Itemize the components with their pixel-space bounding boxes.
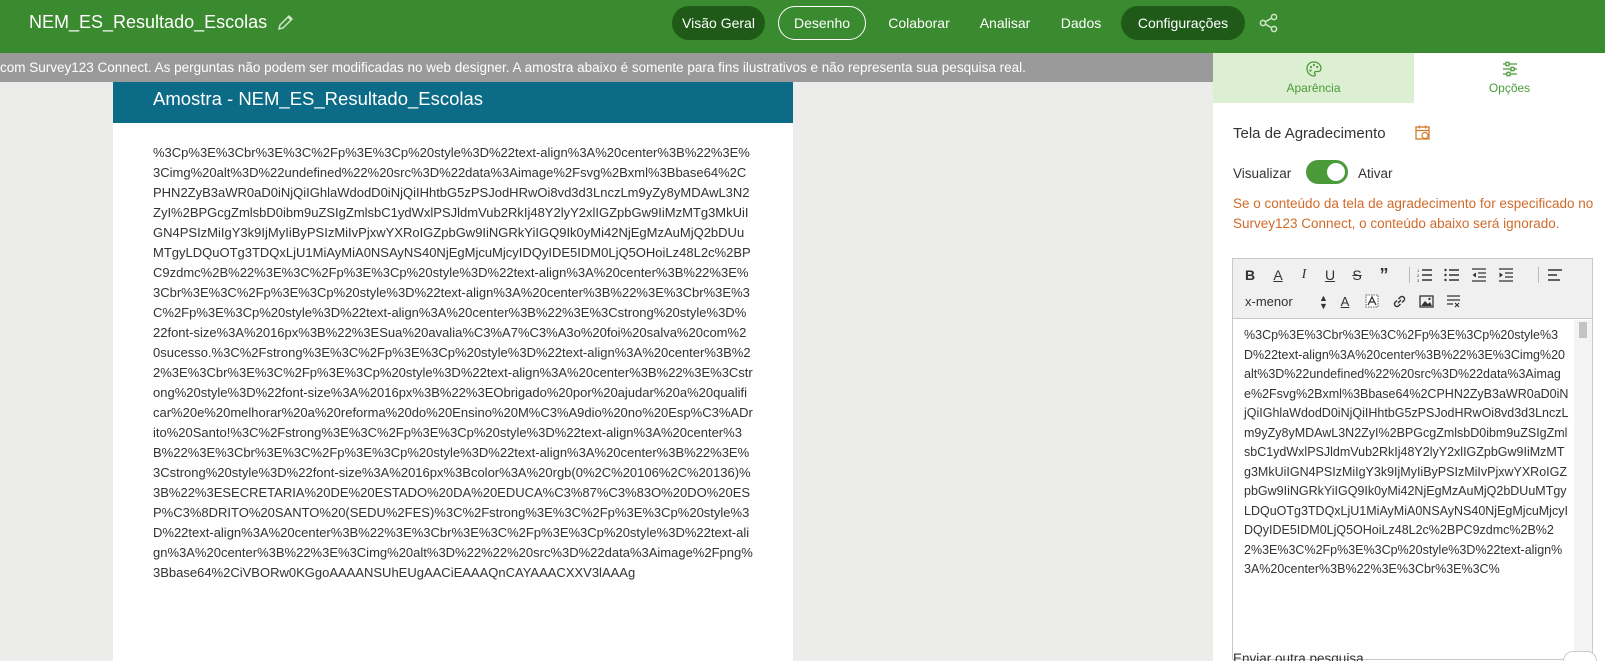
highlight-icon[interactable]: [1361, 290, 1383, 312]
tab-desenho[interactable]: Desenho: [778, 6, 866, 40]
preview-header: Amostra - NEM_ES_Resultado_Escolas: [113, 82, 793, 123]
image-icon[interactable]: [1415, 290, 1437, 312]
preview-text: %3Cp%3E%3Cbr%3E%3C%2Fp%3E%3Cp%20style%3D…: [153, 145, 753, 580]
align-icon[interactable]: [1544, 264, 1566, 286]
numbered-list-icon[interactable]: 123: [1414, 264, 1436, 286]
warning-text: Se o conteúdo da tela de agradecimento f…: [1233, 196, 1594, 231]
settings-panel: Aparência Opções Tela de Agradecimento V…: [1213, 53, 1605, 661]
tab-analisar[interactable]: Analisar: [970, 6, 1040, 40]
underline-icon[interactable]: U: [1319, 264, 1341, 286]
tab-aparencia-label: Aparência: [1286, 81, 1341, 95]
top-bar: NEM_ES_Resultado_Escolas Visão Geral Des…: [0, 0, 1605, 53]
tab-colaborar[interactable]: Colaborar: [873, 6, 965, 40]
survey-title: NEM_ES_Resultado_Escolas: [29, 12, 268, 32]
clear-format-icon[interactable]: [1442, 290, 1464, 312]
calendar-icon[interactable]: [1414, 124, 1432, 142]
indent-icon[interactable]: [1495, 264, 1517, 286]
enviar-outra-toggle[interactable]: [1563, 651, 1597, 661]
italic-icon[interactable]: I: [1293, 264, 1315, 286]
bullet-list-icon[interactable]: [1441, 264, 1463, 286]
readonly-notice: com Survey123 Connect. As perguntas não …: [0, 53, 1213, 82]
outdent-icon[interactable]: [1468, 264, 1490, 286]
text-color-icon[interactable]: A: [1334, 290, 1356, 312]
tab-configuracoes[interactable]: Configurações: [1121, 6, 1245, 40]
tab-aparencia[interactable]: Aparência: [1213, 53, 1414, 103]
quote-icon[interactable]: ”: [1373, 264, 1395, 286]
share-icon[interactable]: [1258, 12, 1280, 34]
link-icon[interactable]: [1388, 290, 1410, 312]
visualizar-label: Visualizar: [1233, 166, 1292, 181]
editor-content[interactable]: %3Cp%3E%3Cbr%3E%3C%2Fp%3E%3Cp%20style%3D…: [1233, 320, 1573, 660]
tab-dados[interactable]: Dados: [1051, 6, 1111, 40]
preview-body: %3Cp%3E%3Cbr%3E%3C%2Fp%3E%3Cp%20style%3D…: [113, 123, 793, 661]
font-size-select[interactable]: x-menor ▲ ▼: [1245, 291, 1331, 313]
ativar-label: Ativar: [1358, 166, 1393, 181]
font-size-value: x-menor: [1245, 294, 1293, 309]
section-title: Tela de Agradecimento: [1233, 125, 1386, 142]
editor-scrollbar[interactable]: [1574, 320, 1592, 660]
palette-icon: [1305, 61, 1322, 77]
visualizar-toggle[interactable]: [1306, 160, 1348, 184]
tab-visao-geral[interactable]: Visão Geral: [672, 6, 765, 40]
editor-text: %3Cp%3E%3Cbr%3E%3C%2Fp%3E%3Cp%20style%3D…: [1244, 328, 1569, 576]
strikethrough-icon[interactable]: S: [1346, 264, 1368, 286]
enviar-outra-label: Enviar outra pesquisa: [1233, 651, 1364, 661]
font-color-icon[interactable]: A: [1267, 264, 1289, 286]
tab-opcoes-label: Opções: [1488, 81, 1531, 95]
bold-icon[interactable]: B: [1239, 264, 1261, 286]
tab-opcoes[interactable]: Opções: [1414, 53, 1605, 103]
chevron-updown-icon: ▲ ▼: [1319, 293, 1328, 311]
pencil-icon[interactable]: [276, 13, 296, 33]
svg-text:3: 3: [1417, 278, 1420, 282]
rich-text-editor: B A I U S ” 123 x-menor ▲ ▼ A %3Cp%3E%3C…: [1232, 258, 1593, 660]
sliders-icon: [1502, 61, 1517, 77]
editor-toolbar: B A I U S ” 123 x-menor ▲ ▼ A: [1233, 259, 1592, 319]
